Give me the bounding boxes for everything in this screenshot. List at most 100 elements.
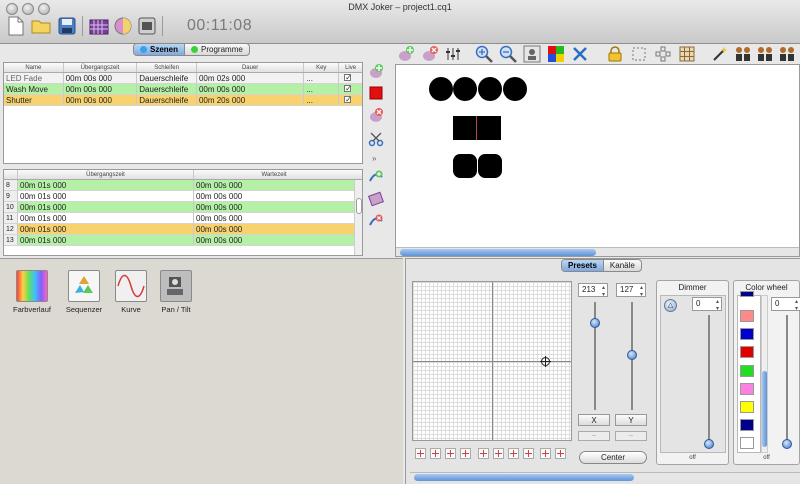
color-swatch[interactable]: [740, 401, 754, 413]
position-preset-button[interactable]: [445, 448, 456, 459]
add-fixture-button[interactable]: [395, 43, 417, 65]
edit-step-button[interactable]: [367, 190, 385, 208]
steps-scrollbar[interactable]: [354, 180, 362, 255]
save-button[interactable]: [56, 15, 78, 37]
lock-button[interactable]: [605, 43, 625, 65]
color-swatch[interactable]: [740, 419, 754, 431]
dimmer-value-stepper[interactable]: 0: [692, 297, 722, 312]
color-swatch[interactable]: [740, 437, 754, 449]
crosshair-icon[interactable]: [540, 356, 551, 367]
color-swatch[interactable]: [740, 310, 754, 322]
stage-horizontal-scrollbar[interactable]: [396, 247, 799, 256]
table-row[interactable]: 8 00m 01s 000 00m 00s 000: [4, 180, 362, 191]
y-fine-button[interactable]: --: [615, 431, 647, 441]
column-header-transition[interactable]: Übergangszeit: [64, 63, 138, 72]
column-header-transition[interactable]: Übergangszeit: [18, 170, 194, 179]
color-swatch[interactable]: [740, 365, 754, 377]
position-preset-button[interactable]: [523, 448, 534, 459]
fixture-octagon[interactable]: [478, 154, 502, 178]
position-preset-button[interactable]: [460, 448, 471, 459]
effect-color-fade[interactable]: Farbverlauf: [7, 270, 57, 314]
fixture-square[interactable]: [453, 116, 477, 140]
color-palette-button[interactable]: [112, 15, 134, 37]
pan-tilt-pad[interactable]: [412, 281, 572, 441]
new-file-button[interactable]: [6, 15, 26, 37]
color-swatch[interactable]: [740, 328, 754, 340]
tab-presets[interactable]: Presets: [562, 260, 603, 271]
x-slider-knob[interactable]: [590, 318, 600, 328]
fixture-octagon[interactable]: [453, 154, 477, 178]
position-preset-button[interactable]: [415, 448, 426, 459]
fixture-circle[interactable]: [429, 77, 453, 101]
stage-canvas[interactable]: [395, 64, 800, 257]
open-folder-button[interactable]: [30, 15, 52, 37]
color-swatch[interactable]: [740, 291, 754, 297]
color-swatch[interactable]: [740, 383, 754, 395]
stop-scene-button[interactable]: [367, 84, 385, 102]
position-preset-button[interactable]: [540, 448, 551, 459]
scene-key[interactable]: ...: [304, 73, 340, 83]
color-wheel-slider-track[interactable]: [786, 315, 788, 443]
color-picker-button[interactable]: [545, 43, 567, 65]
group-1-button[interactable]: [733, 43, 753, 65]
add-step-button[interactable]: [367, 168, 385, 186]
position-preset-button[interactable]: [430, 448, 441, 459]
effect-curve[interactable]: Kurve: [106, 270, 156, 314]
remove-scene-button[interactable]: [367, 106, 385, 124]
table-row[interactable]: 13 00m 01s 000 00m 00s 000: [4, 235, 362, 246]
tab-programs[interactable]: Programme: [184, 44, 249, 55]
column-header-wait[interactable]: Wartezeit: [194, 170, 354, 179]
zoom-in-button[interactable]: [473, 43, 495, 65]
select-fixture-button[interactable]: [521, 43, 543, 65]
table-row[interactable]: 10 00m 01s 000 00m 00s 000: [4, 202, 362, 213]
scene-key[interactable]: ...: [304, 84, 340, 94]
remove-step-button[interactable]: [367, 212, 385, 230]
table-row[interactable]: 11 00m 01s 000 00m 00s 000: [4, 213, 362, 224]
device-settings-button[interactable]: [136, 15, 158, 37]
tools-button[interactable]: [569, 43, 591, 65]
fixture-circle[interactable]: [503, 77, 527, 101]
effect-sequencer[interactable]: Sequenzer: [59, 270, 109, 314]
color-swatch-scrollbar[interactable]: [761, 295, 768, 453]
group-2-button[interactable]: [755, 43, 775, 65]
faders-button[interactable]: [443, 43, 463, 65]
align-grid-button[interactable]: [629, 43, 649, 65]
control-horizontal-scrollbar[interactable]: [410, 472, 800, 481]
scene-key[interactable]: ...: [304, 95, 340, 105]
position-preset-button[interactable]: [478, 448, 489, 459]
dimmer-slider-knob[interactable]: [704, 439, 714, 449]
dimmer-slider-track[interactable]: [708, 315, 710, 443]
position-preset-button[interactable]: [555, 448, 566, 459]
y-slider-knob[interactable]: [627, 350, 637, 360]
y-value-stepper[interactable]: 127: [616, 283, 646, 298]
color-wheel-slider-knob[interactable]: [782, 439, 792, 449]
table-row[interactable]: 12 00m 01s 000 00m 00s 000: [4, 224, 362, 235]
table-row[interactable]: Wash Move 00m 00s 000 Dauerschleife 00m …: [4, 84, 362, 95]
position-preset-button[interactable]: [508, 448, 519, 459]
column-header-name[interactable]: Name: [4, 63, 64, 72]
center-button[interactable]: Center: [579, 451, 647, 464]
remove-fixture-button[interactable]: [419, 43, 441, 65]
zoom-out-button[interactable]: [497, 43, 519, 65]
scene-live-checkbox[interactable]: [339, 95, 362, 105]
column-header-key[interactable]: Key: [304, 63, 340, 72]
column-header-loops[interactable]: Schleifen: [137, 63, 197, 72]
column-header-duration[interactable]: Dauer: [197, 63, 305, 72]
x-fine-button[interactable]: --: [578, 431, 610, 441]
group-3-button[interactable]: [777, 43, 797, 65]
channel-grid-button[interactable]: [88, 15, 110, 37]
tab-scenes[interactable]: Szenen: [134, 44, 185, 55]
fixture-square[interactable]: [477, 116, 501, 140]
tab-channels[interactable]: Kanäle: [602, 260, 641, 271]
magic-wand-button[interactable]: [709, 43, 731, 65]
matrix-button[interactable]: [677, 43, 697, 65]
column-header-live[interactable]: Live: [339, 63, 362, 72]
panel-collapse-arrow[interactable]: »: [372, 154, 376, 163]
table-row[interactable]: 9 00m 01s 000 00m 00s 000: [4, 191, 362, 202]
fixture-circle[interactable]: [453, 77, 477, 101]
add-scene-button[interactable]: [367, 62, 385, 80]
color-swatch[interactable]: [740, 346, 754, 358]
effect-pan-tilt[interactable]: Pan / Tilt: [151, 270, 201, 314]
cut-scene-button[interactable]: [367, 130, 385, 148]
arrange-circle-button[interactable]: [653, 43, 673, 65]
